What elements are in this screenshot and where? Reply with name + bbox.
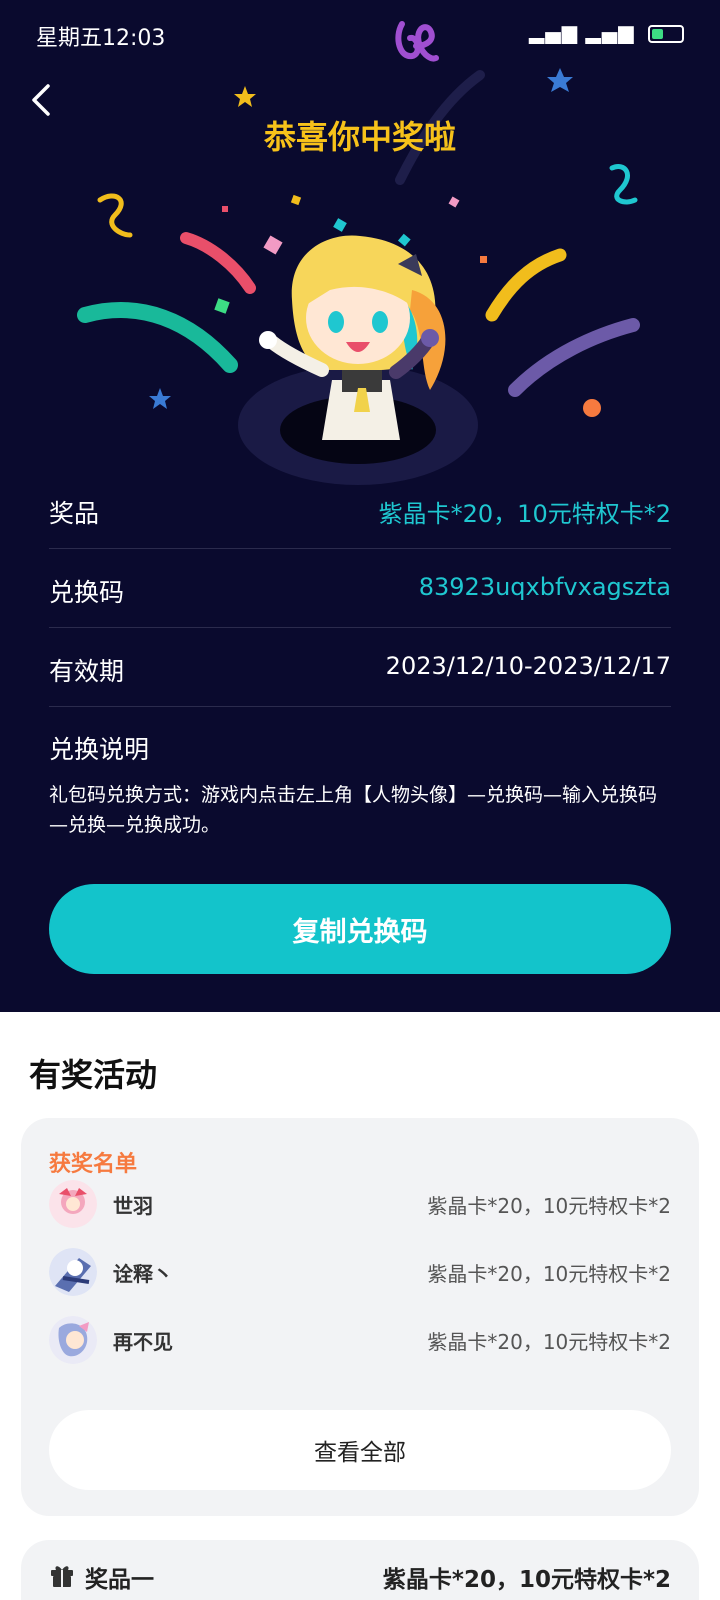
avatar	[49, 1316, 97, 1364]
prize-label: 奖品	[49, 499, 100, 528]
avatar	[49, 1180, 97, 1228]
confetti-dot-orange	[583, 399, 601, 417]
confetti-square-pink-2	[263, 235, 283, 255]
winners-heading: 获奖名单	[49, 1152, 138, 1177]
character-eye-right	[372, 311, 388, 333]
character-hand-right	[421, 329, 439, 347]
validity-row: 有效期 2023/12/10-2023/12/17	[49, 628, 671, 707]
activity-section-title: 有奖活动	[29, 1056, 158, 1094]
confetti-square-pink	[448, 196, 460, 208]
confetti-squiggle-teal	[609, 164, 638, 205]
prize-tier-label: 奖品一	[85, 1567, 154, 1593]
confetti-star-blue	[547, 68, 573, 92]
reward-hero-section: 星期五12:03 ▂▄▆ ▂▄▆ 恭喜你中奖啦 奖品 紫晶卡*20，10元特权卡…	[0, 0, 720, 1012]
redeem-code-value[interactable]: 83923uqxbfvxagszta	[419, 573, 671, 601]
confetti-square-orange	[480, 256, 487, 263]
prize-row: 奖品 紫晶卡*20，10元特权卡*2	[49, 470, 671, 549]
view-all-button[interactable]: 查看全部	[49, 1410, 671, 1490]
signal-icon: ▂▄▆	[528, 20, 579, 44]
signal-icon-2: ▂▄▆	[585, 20, 635, 44]
confetti-square-red	[222, 206, 228, 212]
winners-card: 获奖名单 世羽 紫晶卡*20，10元特权卡*2 诠释丶 紫晶卡*20，10元特权…	[21, 1118, 699, 1516]
prize-tier-card: 奖品一 紫晶卡*20，10元特权卡*2	[21, 1540, 699, 1600]
winner-name: 再不见	[113, 1330, 173, 1354]
winner-row: 世羽 紫晶卡*20，10元特权卡*2	[49, 1176, 671, 1232]
winner-prize: 紫晶卡*20，10元特权卡*2	[427, 1262, 671, 1286]
winner-prize: 紫晶卡*20，10元特权卡*2	[427, 1330, 671, 1354]
prize-info: 奖品 紫晶卡*20，10元特权卡*2 兑换码 83923uqxbfvxagszt…	[49, 470, 671, 707]
status-system-icons: ▂▄▆ ▂▄▆	[529, 20, 684, 44]
confetti-square-teal	[333, 218, 347, 232]
confetti-square-yellow	[290, 194, 302, 206]
redeem-code-label: 兑换码	[49, 578, 125, 607]
copy-code-button[interactable]: 复制兑换码	[49, 884, 671, 974]
winner-row: 诠释丶 紫晶卡*20，10元特权卡*2	[49, 1244, 671, 1300]
prize-tier-value: 紫晶卡*20，10元特权卡*2	[382, 1567, 671, 1593]
confetti-arc-purple	[508, 318, 640, 397]
battery-icon	[648, 24, 684, 43]
confetti-arc-green	[77, 302, 238, 373]
winner-row: 再不见 紫晶卡*20，10元特权卡*2	[49, 1312, 671, 1368]
gift-icon	[51, 1566, 73, 1587]
prize-value: 紫晶卡*20，10元特权卡*2	[378, 500, 671, 528]
character-hand-left	[259, 331, 277, 349]
winner-name: 世羽	[113, 1194, 153, 1218]
page-title: 恭喜你中奖啦	[263, 118, 456, 156]
instructions-text: 礼包码兑换方式：游戏内点击左上角【人物头像】—兑换码—输入兑换码—兑换—兑换成功…	[49, 784, 658, 836]
avatar	[49, 1248, 97, 1296]
winner-name: 诠释丶	[113, 1262, 173, 1286]
confetti-squiggle-yellow	[97, 193, 133, 238]
validity-value: 2023/12/10-2023/12/17	[385, 652, 671, 680]
validity-label: 有效期	[49, 657, 125, 686]
confetti-square-green	[214, 298, 230, 314]
instructions-title: 兑换说明	[49, 735, 150, 764]
confetti-square-teal-2	[397, 233, 411, 247]
confetti-star-blue-2	[149, 388, 171, 409]
confetti-arc-pink	[180, 232, 256, 294]
character-eye-left	[328, 311, 344, 333]
redeem-code-row: 兑换码 83923uqxbfvxagszta	[49, 549, 671, 628]
status-time: 星期五12:03	[36, 26, 166, 51]
confetti-arc-yellow	[485, 248, 567, 322]
winner-prize: 紫晶卡*20，10元特权卡*2	[427, 1194, 671, 1218]
battery-level	[652, 28, 663, 39]
confetti-star-gold	[234, 86, 256, 107]
